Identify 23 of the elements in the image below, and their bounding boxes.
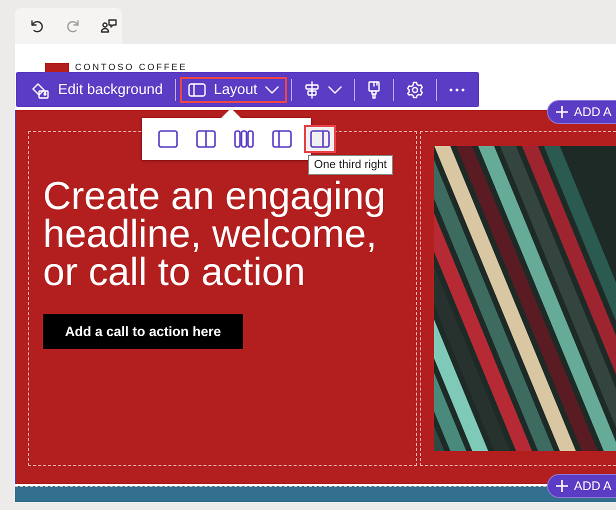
comments-icon	[100, 18, 118, 34]
headline: Create an engaging headline, welcome, or call to action	[43, 178, 387, 292]
one-third-right-layout-option[interactable]	[304, 125, 336, 153]
brush-icon	[367, 80, 382, 98]
undo-icon	[29, 18, 45, 34]
logo-icon	[45, 63, 69, 72]
plus-icon	[556, 106, 568, 118]
plus-icon	[556, 480, 568, 492]
layout-dropdown[interactable]: Layout	[180, 76, 288, 102]
settings-icon	[406, 80, 424, 98]
tooltip: One third right	[308, 155, 393, 175]
redo-icon	[65, 18, 81, 34]
paint-bucket-icon	[30, 80, 50, 98]
edit-background-button[interactable]: Edit background	[22, 76, 171, 102]
call-to-action-button[interactable]: Add a call to action here	[43, 314, 244, 349]
add-section-button[interactable]: ADD A	[547, 474, 616, 498]
more-icon	[449, 88, 466, 92]
chevron-down-icon	[265, 86, 280, 94]
chevron-down-icon	[328, 86, 342, 94]
add-section-button[interactable]: ADD A	[547, 100, 616, 124]
logo-text: CONTOSO COFFEE	[75, 63, 188, 72]
layout-icon	[188, 82, 206, 96]
align-icon	[304, 80, 320, 98]
